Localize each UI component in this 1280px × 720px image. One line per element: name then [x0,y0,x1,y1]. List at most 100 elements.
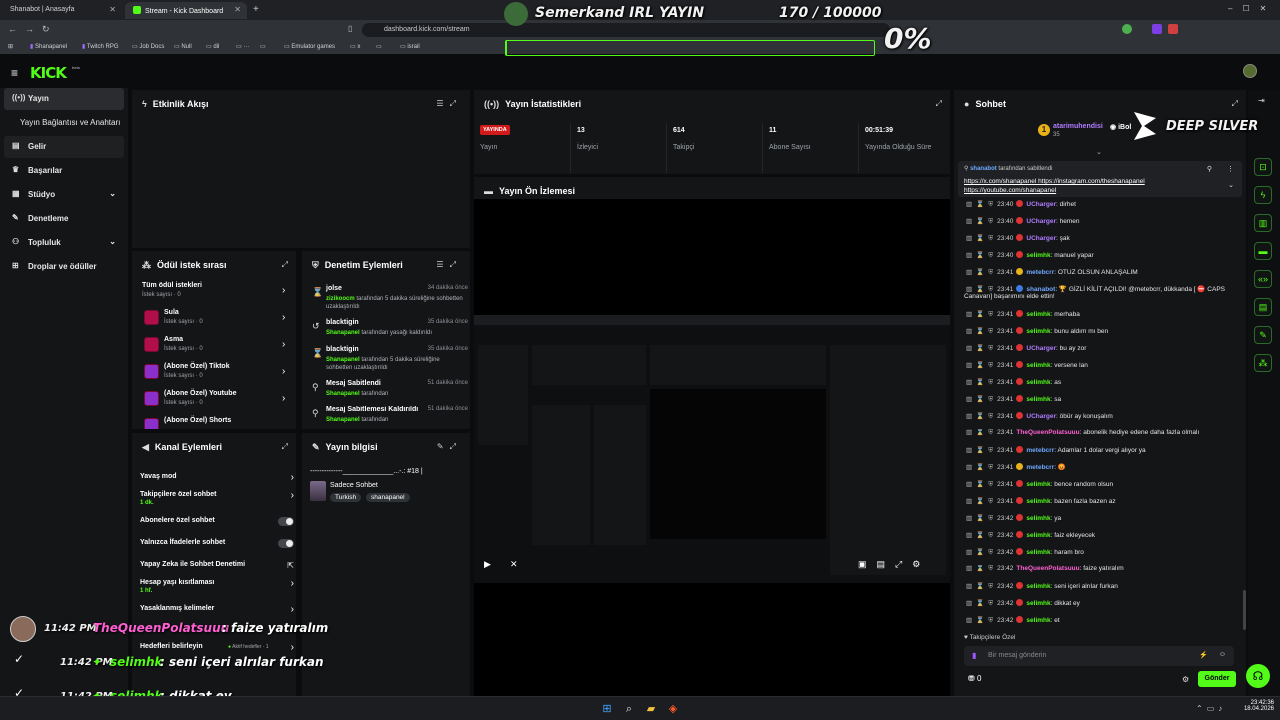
message-user[interactable]: shanabot [1026,286,1055,293]
delete-icon[interactable]: ▥ [966,600,972,607]
delete-icon[interactable]: ▥ [966,583,972,590]
delete-icon[interactable]: ▥ [966,447,972,454]
pin-icon[interactable]: ⚲ [1207,165,1212,173]
support-button[interactable]: ☊ [1246,664,1270,688]
ban-icon[interactable]: ⌛ [976,328,984,335]
message-user[interactable]: selimhk [1026,600,1050,607]
window-controls[interactable]: –☐✕ [1228,4,1276,13]
tray-icons[interactable]: ⌃▭♪ [1196,704,1226,713]
delete-icon[interactable]: ▥ [966,235,972,242]
ban-icon[interactable]: ⌛ [976,447,984,454]
collapse-icon[interactable]: ⇥ [1258,96,1265,105]
subs-only-row[interactable]: Abonelere özel sohbet [140,517,294,537]
reward-item[interactable]: (Abone Özel) Youtube İstek sayısı · 0 › [140,389,290,411]
ban-icon[interactable]: ⌛ [976,218,984,225]
kick-logo[interactable]: KICK [30,64,67,82]
file-explorer-icon[interactable]: ▰ [644,702,658,716]
timeout-icon[interactable]: ⛨ [988,583,993,590]
delete-icon[interactable]: ▥ [966,464,972,471]
timeout-icon[interactable]: ⛨ [988,429,993,436]
message-user[interactable]: UCharger [1026,413,1056,420]
channel-points[interactable]: ⛃ 0 [968,674,981,683]
reward-item[interactable]: (Abone Özel) Shorts [140,416,290,429]
timeout-icon[interactable]: ⛨ [988,286,993,293]
sidebar-item-yayin[interactable]: ((•)) Yayın [4,88,124,110]
popout-icon[interactable]: ⤢ [1232,99,1238,109]
category-name[interactable]: Sadece Sohbet [330,482,378,489]
video-player[interactable]: ▶ ✕ ▣▤⤢⚙ [474,315,950,583]
tag-chip[interactable]: Turkish [330,493,362,502]
chat-message[interactable]: ▥ ⌛ ⛨ 23:41 selimhk: bunu aldım mı ben [966,327,1238,336]
chat-scrollbar[interactable] [1243,590,1246,630]
emotes-only-toggle[interactable] [278,539,294,548]
message-user[interactable]: selimhk [1026,498,1050,505]
message-user[interactable]: UCharger [1026,345,1056,352]
timeout-icon[interactable]: ⛨ [988,218,993,225]
bookmark-item[interactable]: ▭ Null [174,43,192,50]
pinned-text[interactable]: https://x.com/shanapanel https://instagr… [964,177,1184,195]
bookmark-icon[interactable]: ▯ [348,24,352,33]
search-icon[interactable]: ⌕ [622,702,636,716]
timeout-icon[interactable]: ⛨ [988,481,993,488]
delete-icon[interactable]: ▥ [966,269,972,276]
message-user[interactable]: TheQueenPolatsuuu [1016,429,1079,436]
avatar[interactable] [1243,64,1257,78]
delete-icon[interactable]: ▥ [966,429,972,436]
ban-icon[interactable]: ⌛ [976,311,984,318]
message-user[interactable]: selimhk [1026,252,1050,259]
bookmark-item[interactable]: ▭ ··· [236,43,249,50]
chat-message[interactable]: ▥ ⌛ ⛨ 23:41 selimhk: as [966,378,1238,387]
url-field[interactable]: dashboard.kick.com/stream [362,23,890,37]
ban-icon[interactable]: ⌛ [976,429,984,436]
timeout-icon[interactable]: ⛨ [988,498,993,505]
account-age-row[interactable]: Hesap yaşı kısıtlaması 1 hf. › [140,578,294,599]
chat-message[interactable]: ▥ ⌛ ⛨ 23:40 selimhk: manuel yapar [966,251,1238,260]
chat-message[interactable]: ▥ ⌛ ⛨ 23:41 UCharger: öbür ay konuşalım [966,412,1238,421]
message-user[interactable]: selimhk [1026,379,1050,386]
message-user[interactable]: metebcrr [1026,447,1054,454]
popout-icon[interactable]: ⤢ [282,260,288,270]
player-controls[interactable]: ▣▤⤢⚙ [858,559,930,570]
chevron-down-icon[interactable]: ⌄ [1228,181,1234,189]
timeout-icon[interactable]: ⛨ [988,201,993,208]
mute-icon[interactable]: ✕ [510,559,518,570]
send-button[interactable]: Gönder [1198,671,1236,687]
chat-message[interactable]: ▥ ⌛ ⛨ 23:41 selimhk: bence random olsun [966,480,1238,489]
quick-action-chat-icon[interactable]: ▬ [1254,242,1272,260]
message-user[interactable]: selimhk [1026,311,1050,318]
timeout-icon[interactable]: ⛨ [988,532,993,539]
reward-item[interactable]: (Abone Özel) Tiktok İstek sayısı · 0 › [140,362,290,384]
chat-message[interactable]: ▥ ⌛ ⛨ 23:42 selimhk: faiz ekleyecek [966,531,1238,540]
ban-icon[interactable]: ⌛ [976,600,984,607]
apps-icon[interactable]: ⊞ [8,43,13,50]
delete-icon[interactable]: ▥ [966,379,972,386]
message-user[interactable]: TheQueenPolatsuuu [1016,565,1079,572]
browser-tab[interactable]: Shanabot | Anasayfa ✕ [2,2,122,19]
timeout-icon[interactable]: ⛨ [988,447,993,454]
windows-start-icon[interactable]: ⊞ [600,702,614,716]
message-user[interactable]: selimhk [1026,532,1050,539]
ban-icon[interactable]: ⌛ [976,345,984,352]
delete-icon[interactable]: ▥ [966,549,972,556]
followers-only-row[interactable]: Takipçilere özel sohbet 1 dk. › [140,490,294,511]
ban-icon[interactable]: ⌛ [976,498,984,505]
sidebar-item-basarilar[interactable]: ♛ Başarılar [4,160,124,182]
nav-buttons[interactable]: ←→↻ [8,24,58,35]
timeout-icon[interactable]: ⛨ [988,464,993,471]
quick-action-rewards-icon[interactable]: ⁂ [1254,354,1272,372]
message-user[interactable]: selimhk [1026,328,1050,335]
chat-message[interactable]: ▥ ⌛ ⛨ 23:41 selimhk: bazen fazla bazen az [966,497,1238,506]
chat-message[interactable]: ▥ ⌛ ⛨ 23:41 selimhk: merhaba [966,310,1238,319]
delete-icon[interactable]: ▥ [966,218,972,225]
popout-icon[interactable]: ⤢ [282,442,288,452]
ban-icon[interactable]: ⌛ [976,235,984,242]
timeout-icon[interactable]: ⛨ [988,311,993,318]
delete-icon[interactable]: ▥ [966,396,972,403]
quick-action-lightning-icon[interactable]: ϟ [1254,186,1272,204]
message-user[interactable]: UCharger [1026,235,1056,242]
chat-message[interactable]: ▥ ⌛ ⛨ 23:42 selimhk: dikkat ey [966,599,1238,608]
delete-icon[interactable]: ▥ [966,286,972,293]
delete-icon[interactable]: ▥ [966,201,972,208]
settings-icon[interactable]: ⚙ [1182,675,1189,684]
reward-item[interactable]: Sula İstek sayısı · 0 › [140,308,290,330]
